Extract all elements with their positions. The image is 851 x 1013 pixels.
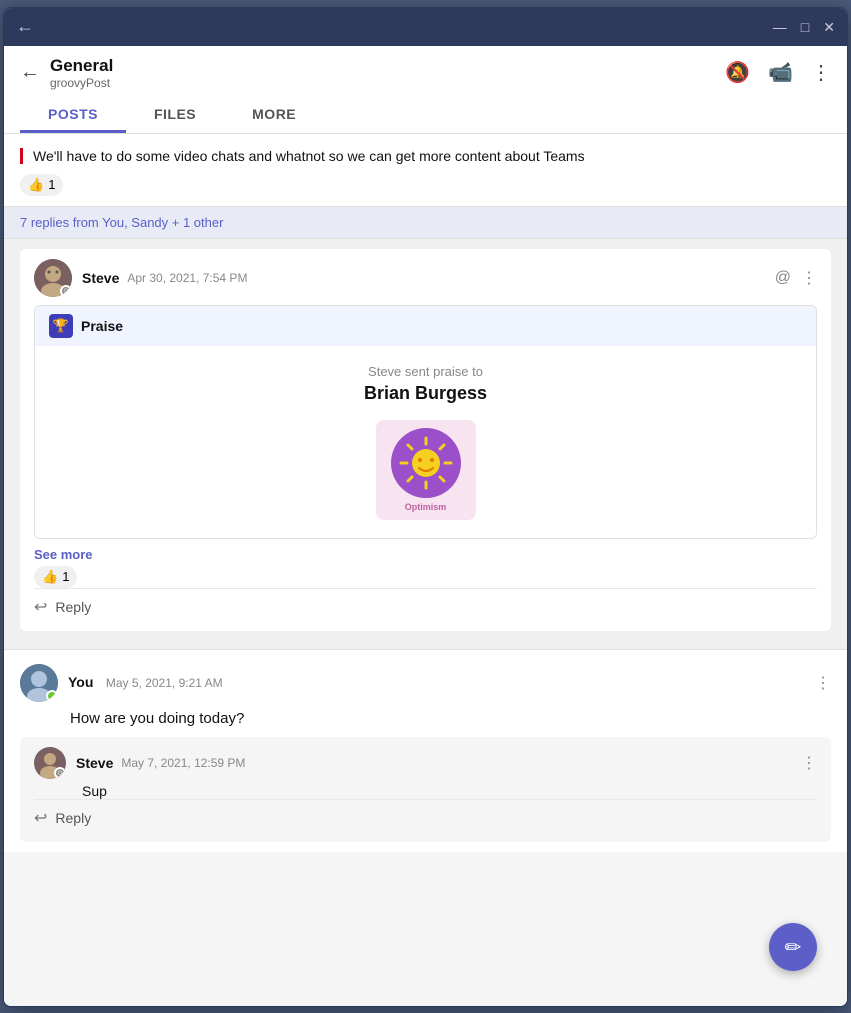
title-bar: ← — □ ✕ [4, 8, 847, 46]
steve-avatar: ⊙ [34, 259, 72, 297]
thumbs-up-icon: 👍 [28, 177, 44, 193]
thread-thumbs-icon: 👍 [42, 569, 58, 585]
thread-message-card: ⊙ Steve Apr 30, 2021, 7:54 PM @ ⋮ 🏆 Prai… [20, 249, 831, 631]
main-content: We'll have to do some video chats and wh… [4, 134, 847, 1006]
nested-reply-text: Sup [34, 783, 817, 799]
praise-body: Steve sent praise to Brian Burgess [35, 346, 816, 538]
praise-badge: Optimism [376, 420, 476, 520]
minimize-button[interactable]: — [773, 20, 787, 34]
nested-reply-time: May 7, 2021, 12:59 PM [121, 756, 245, 770]
thread-message-header: ⊙ Steve Apr 30, 2021, 7:54 PM @ ⋮ [34, 259, 817, 297]
top-post-text: We'll have to do some video chats and wh… [20, 148, 831, 164]
thread-post-reactions: 👍 1 [34, 566, 817, 588]
app-header: ← General groovyPost 🔕 📹 ⋮ POSTS FILES M… [4, 46, 847, 134]
tab-posts[interactable]: POSTS [20, 98, 126, 133]
praise-badge-circle [391, 428, 461, 498]
standalone-post-header: You May 5, 2021, 9:21 AM ⋮ [20, 664, 831, 702]
praise-box: 🏆 Praise Steve sent praise to Brian Burg… [34, 305, 817, 539]
standalone-post: You May 5, 2021, 9:21 AM ⋮ How are you d… [4, 649, 847, 852]
you-name: You [68, 674, 93, 690]
top-post-reaction-badge[interactable]: 👍 1 [20, 174, 63, 196]
thread-reaction-count: 1 [62, 569, 69, 584]
you-avatar [20, 664, 58, 702]
compose-icon: ✏ [785, 935, 802, 960]
nested-reply-label: Reply [55, 810, 91, 826]
reply-label: Reply [55, 599, 91, 615]
title-bar-controls: — □ ✕ [773, 20, 835, 34]
thread-msg-time: Apr 30, 2021, 7:54 PM [127, 271, 247, 285]
avatar-status-camera: ⊙ [60, 285, 72, 297]
thread-more-icon[interactable]: ⋮ [801, 268, 817, 288]
steve-reply-avatar: ⊙ [34, 747, 66, 779]
standalone-name-time: You May 5, 2021, 9:21 AM [68, 674, 815, 692]
reaction-count: 1 [48, 177, 55, 192]
praise-badge-label: Optimism [405, 502, 447, 512]
praise-label: Praise [81, 318, 123, 334]
nested-reply-header: ⊙ Steve May 7, 2021, 12:59 PM ⋮ [34, 747, 817, 779]
steve-reply-camera: ⊙ [54, 767, 66, 779]
nested-reply-bar[interactable]: ↩ Reply [34, 799, 817, 832]
standalone-post-text: How are you doing today? [20, 710, 831, 727]
replies-banner[interactable]: 7 replies from You, Sandy + 1 other [4, 207, 847, 239]
praise-icon: 🏆 [49, 314, 73, 338]
standalone-more-icon[interactable]: ⋮ [815, 673, 831, 693]
close-button[interactable]: ✕ [823, 20, 835, 34]
nested-reply-more-icon[interactable]: ⋮ [801, 753, 817, 773]
header-back-button[interactable]: ← [20, 61, 40, 84]
tab-more[interactable]: MORE [224, 98, 324, 133]
tab-files[interactable]: FILES [126, 98, 224, 133]
reply-arrow-icon: ↩ [34, 597, 47, 617]
thread-reaction-badge[interactable]: 👍 1 [34, 566, 77, 588]
top-post: We'll have to do some video chats and wh… [4, 134, 847, 207]
nested-reply-arrow-icon: ↩ [34, 808, 47, 828]
praise-sent-text: Steve sent praise to [53, 364, 798, 379]
mention-icon[interactable]: @ [775, 269, 791, 287]
bell-icon[interactable]: 🔕 [725, 60, 750, 85]
maximize-button[interactable]: □ [801, 20, 809, 34]
thread-msg-actions: @ ⋮ [775, 268, 817, 288]
standalone-time: May 5, 2021, 9:21 AM [106, 676, 223, 690]
see-more-link[interactable]: See more [34, 547, 817, 562]
top-post-reactions: 👍 1 [20, 174, 831, 196]
channel-name: General [50, 56, 725, 76]
thread-section: ⊙ Steve Apr 30, 2021, 7:54 PM @ ⋮ 🏆 Prai… [4, 239, 847, 649]
thread-reply-bar[interactable]: ↩ Reply [34, 588, 817, 621]
channel-title-group: General groovyPost [50, 56, 725, 90]
title-bar-back-button[interactable]: ← [16, 16, 34, 37]
header-actions: 🔕 📹 ⋮ [725, 60, 831, 85]
video-icon[interactable]: 📹 [768, 60, 793, 85]
nested-reply: ⊙ Steve May 7, 2021, 12:59 PM ⋮ Sup ↩ Re… [20, 737, 831, 842]
steve-name: Steve [82, 270, 119, 286]
more-options-icon[interactable]: ⋮ [811, 60, 831, 85]
steve-reply-name: Steve [76, 755, 113, 771]
tabs-bar: POSTS FILES MORE [20, 98, 831, 133]
praise-recipient: Brian Burgess [53, 383, 798, 404]
you-status-dot [46, 690, 58, 702]
praise-header: 🏆 Praise [35, 306, 816, 346]
compose-fab[interactable]: ✏ [769, 923, 817, 971]
workspace-name: groovyPost [50, 76, 725, 90]
